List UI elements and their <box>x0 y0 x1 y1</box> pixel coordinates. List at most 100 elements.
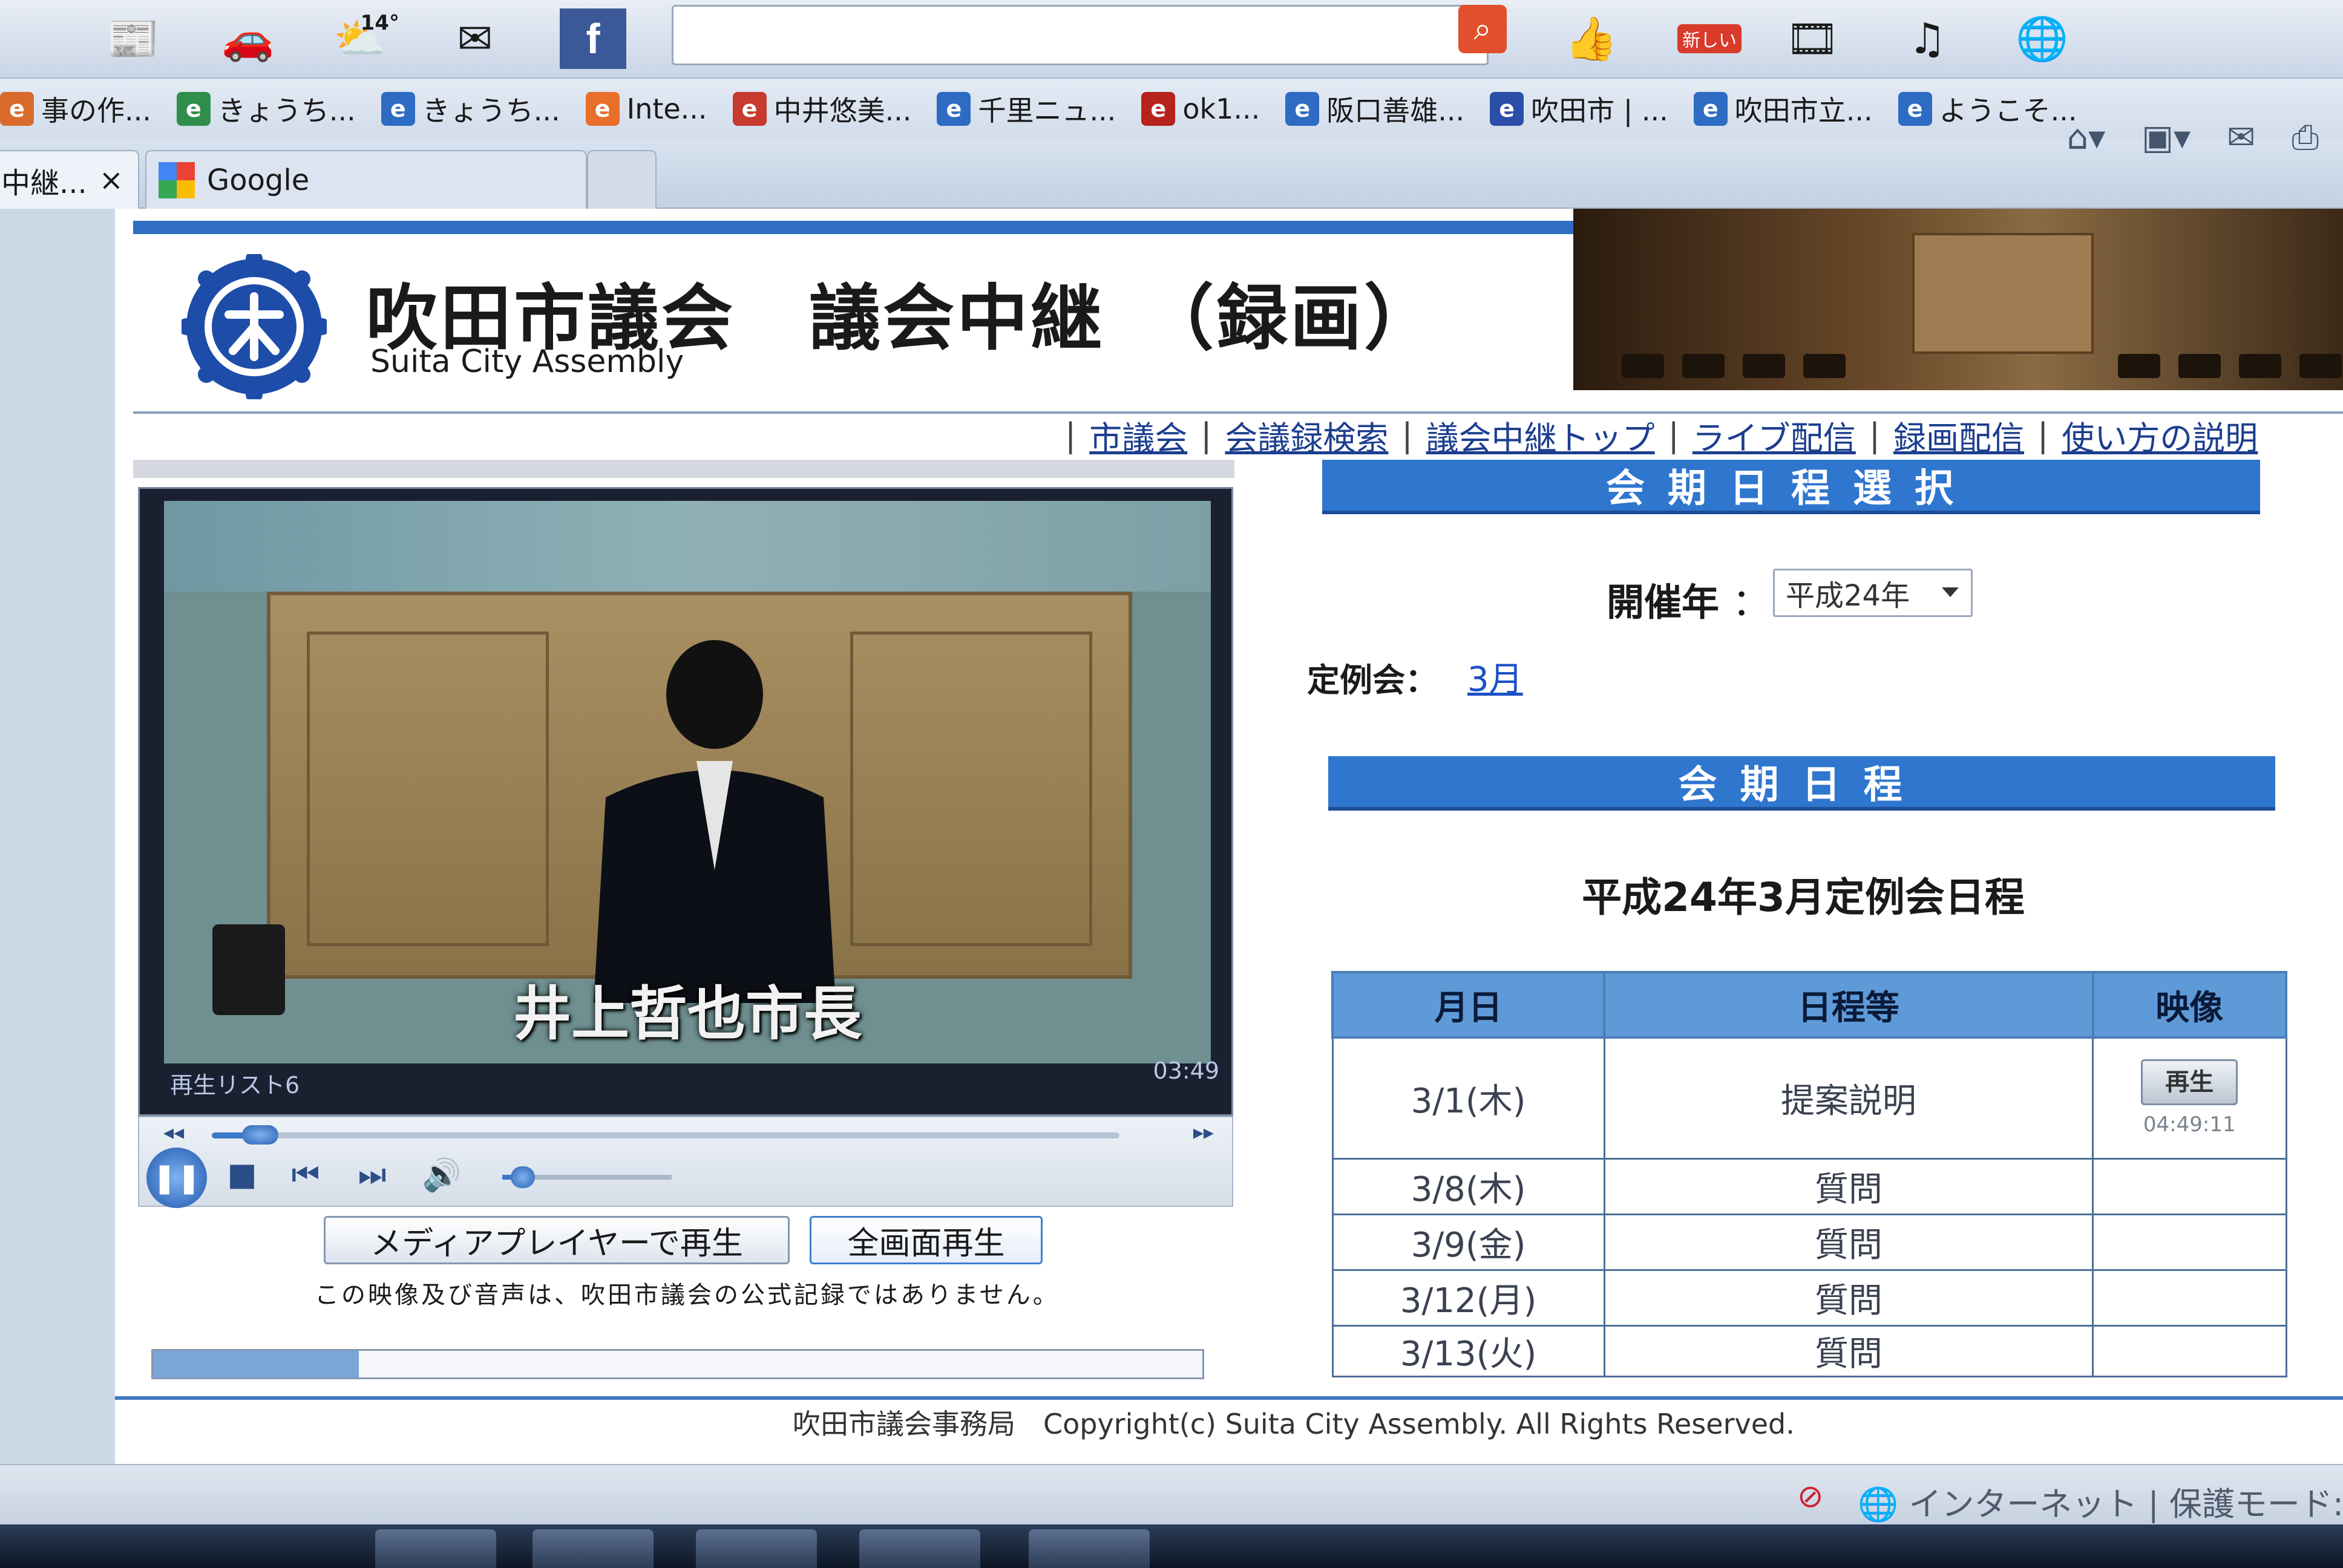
browser-toolbar: 📰 🚗 ⛅ 14° ✉ f ⌕ 👍 新しい 🎞 ♫ 🌐 <box>0 0 2343 79</box>
music-icon[interactable]: ♫ <box>1894 8 1961 69</box>
next-button[interactable]: ⏭ <box>351 1151 393 1199</box>
tab-current[interactable]: 中継... × <box>0 150 139 209</box>
schedule-video-cell <box>2092 1269 2287 1327</box>
seek-handle[interactable] <box>242 1125 278 1145</box>
favorite-link[interactable]: e 吹田市 | ... <box>1490 89 1668 129</box>
playlist-scroll-bar[interactable] <box>151 1349 1204 1379</box>
fast-forward-icon[interactable]: ▸▸ <box>1193 1117 1214 1148</box>
feed-icon[interactable]: ▣▾ <box>2141 118 2191 158</box>
nav-separator: | <box>1201 416 1212 454</box>
favorite-label: ようこそ... <box>1939 94 2077 127</box>
favorite-link[interactable]: e 事の作... <box>0 89 151 129</box>
schedule-item: 質問 <box>1603 1269 2094 1327</box>
playlist-scroll-thumb[interactable] <box>153 1351 359 1377</box>
volume-icon[interactable]: 🔊 <box>418 1151 466 1199</box>
favorite-link[interactable]: e 吹田市立... <box>1693 89 1873 129</box>
taskbar-item[interactable] <box>1029 1529 1150 1568</box>
favorite-icon: e <box>1898 92 1932 126</box>
favorite-icon: e <box>0 92 34 126</box>
favorite-label: 吹田市 | ... <box>1531 94 1668 127</box>
video-frame[interactable]: 井上哲也市長 <box>164 501 1211 1063</box>
rewind-icon[interactable]: ◂◂ <box>163 1117 184 1148</box>
speaker-figure <box>594 640 836 1003</box>
volume-handle[interactable] <box>511 1166 535 1188</box>
taskbar-item[interactable] <box>532 1529 654 1568</box>
favorite-link[interactable]: e 中井悠美... <box>732 89 912 129</box>
like-icon[interactable]: 👍 <box>1558 8 1625 69</box>
favorite-label: 千里ニュ... <box>978 94 1116 127</box>
tab-google[interactable]: Google <box>145 150 587 209</box>
session-select-header: 会期日程選択 <box>1322 460 2260 514</box>
security-zone[interactable]: 🌐 インターネット | 保護モード: <box>1858 1477 2343 1525</box>
tab-label: 中継... <box>1 166 87 200</box>
nav-link[interactable]: 使い方の説明 <box>2062 411 2258 459</box>
print-icon[interactable]: ⎙ <box>2292 118 2319 158</box>
new-tab-button[interactable] <box>587 150 657 209</box>
session-link-march[interactable]: 3月 <box>1467 652 1523 701</box>
search-icon[interactable]: ⌕ <box>1458 5 1507 53</box>
schedule-header: 会期日程 <box>1328 756 2275 811</box>
favorite-link[interactable]: e きょうち... <box>381 89 560 129</box>
pause-button[interactable]: ❚❚ <box>146 1148 207 1208</box>
footer-line <box>115 1396 2343 1400</box>
globe-icon[interactable]: 🌐 <box>2009 8 2076 69</box>
weather-icon[interactable]: ⛅ 14° <box>327 8 399 69</box>
video-header-bar <box>133 460 1234 478</box>
column-video: 映像 <box>2091 971 2288 1039</box>
fullscreen-button[interactable]: 全画面再生 <box>810 1216 1043 1264</box>
media-player-button[interactable]: メディアプレイヤーで再生 <box>324 1216 790 1264</box>
favorite-link[interactable]: e 阪口善雄... <box>1285 89 1464 129</box>
news-icon[interactable]: 📰 <box>100 8 166 69</box>
previous-button[interactable]: ⏮ <box>284 1151 327 1199</box>
nav-link[interactable]: ライブ配信 <box>1693 411 1856 459</box>
favorite-link[interactable]: e 千里ニュ... <box>937 89 1116 129</box>
favorites-bar: e 事の作... e きょうち... e きょうち... e Inte... e 中井悠美... e… <box>0 79 2343 139</box>
car-icon[interactable]: 🚗 <box>215 8 281 69</box>
schedule-date: 3/8(木) <box>1331 1157 1605 1215</box>
taskbar-item[interactable] <box>859 1529 980 1568</box>
mail-icon[interactable]: ✉ <box>442 8 508 69</box>
taskbar-item[interactable] <box>375 1529 496 1568</box>
video-time: 03:49 <box>1153 1057 1219 1084</box>
stop-button[interactable]: ■ <box>221 1151 263 1199</box>
year-select[interactable]: 平成24年 <box>1773 569 1973 617</box>
nav-link[interactable]: 市議会 <box>1089 411 1187 459</box>
schedule-date: 3/13(火) <box>1331 1324 1605 1377</box>
nav-link[interactable]: 会議録検索 <box>1225 411 1388 459</box>
favorite-icon: e <box>732 92 767 126</box>
schedule-video-cell <box>2092 1157 2287 1215</box>
schedule-video-cell <box>2092 1324 2287 1377</box>
taskbar-item[interactable] <box>696 1529 817 1568</box>
notification-icon[interactable]: 新しい <box>1676 8 1743 69</box>
page-subtitle: Suita City Assembly <box>370 344 684 380</box>
volume-slider[interactable] <box>502 1166 672 1188</box>
blocked-icon: ⊘ <box>1797 1478 1824 1515</box>
favorite-link[interactable]: e ok1... <box>1141 92 1260 126</box>
nav-link[interactable]: 議会中継トップ <box>1426 411 1655 459</box>
favorite-icon: e <box>1490 92 1524 126</box>
favorite-link[interactable]: e ようこそ... <box>1898 89 2077 129</box>
session-label: 定例会： <box>1307 661 1438 699</box>
read-mail-icon[interactable]: ✉ <box>2227 118 2255 158</box>
favorite-label: 中井悠美... <box>773 94 912 127</box>
assembly-hall-photo <box>1573 209 2343 390</box>
favorite-link[interactable]: e Inte... <box>585 92 707 126</box>
schedule-video-cell <box>2092 1213 2287 1271</box>
seek-bar[interactable] <box>212 1125 1119 1145</box>
close-icon[interactable]: × <box>99 163 123 197</box>
address-bar[interactable] <box>672 5 1489 65</box>
favorite-link[interactable]: e きょうち... <box>176 89 356 129</box>
video-player[interactable]: 井上哲也市長 再生リスト6 03:49 <box>138 487 1233 1116</box>
nav-link[interactable]: 録画配信 <box>1893 411 2024 459</box>
home-icon[interactable]: ⌂▾ <box>2067 118 2106 158</box>
favorite-label: きょうち... <box>217 94 356 127</box>
schedule-video-cell: 再生 04:49:11 <box>2092 1036 2287 1160</box>
facebook-icon[interactable]: f <box>560 8 626 69</box>
video-icon[interactable]: 🎞 <box>1779 8 1846 69</box>
player-controls: ◂◂ ▸▸ ❚❚ ■ ⏮ ⏭ 🔊 <box>138 1116 1233 1208</box>
play-video-button[interactable]: 再生 <box>2141 1059 2238 1106</box>
schedule-row: 3/8(木) 質問 <box>1331 1157 2287 1215</box>
favorite-icon: e <box>1141 92 1176 126</box>
schedule-item: 質問 <box>1603 1157 2094 1215</box>
command-bar: ⌂▾ ▣▾ ✉ ⎙ <box>2067 118 2319 158</box>
